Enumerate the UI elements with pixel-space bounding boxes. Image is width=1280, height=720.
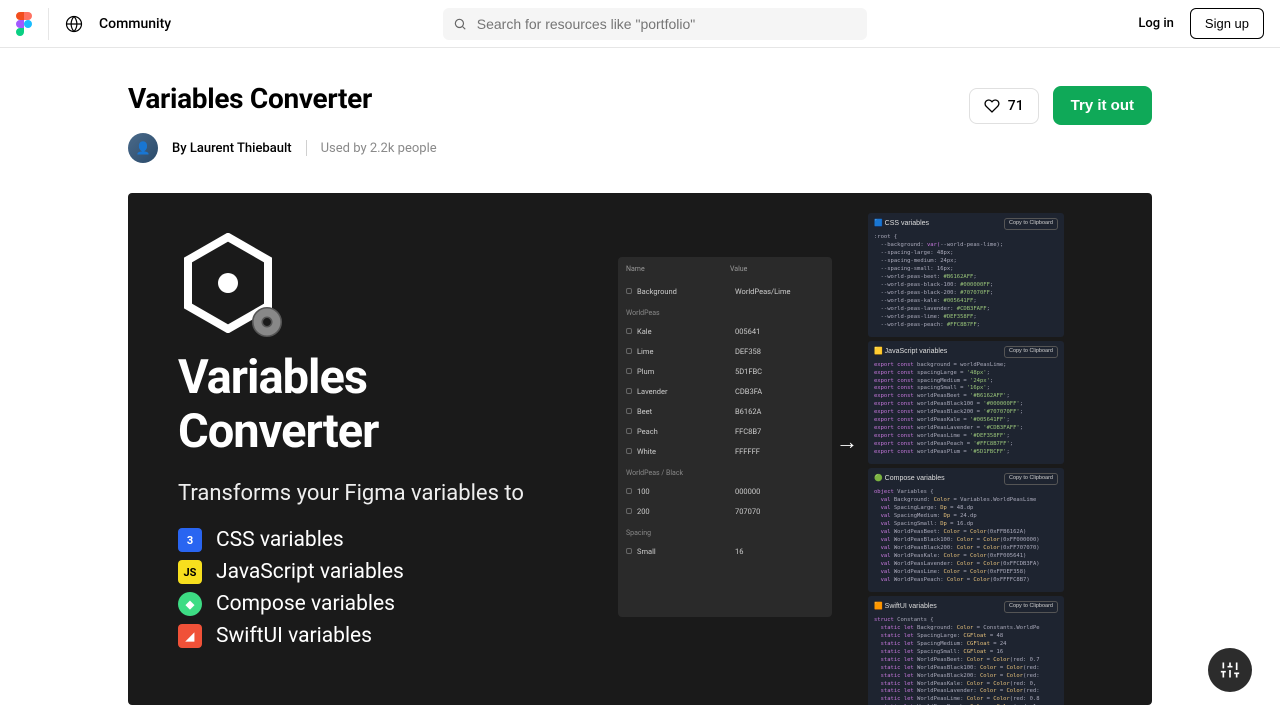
sliders-icon [1220,660,1240,680]
community-link[interactable]: Community [99,16,171,32]
top-bar: Community Log in Sign up [0,0,1280,48]
feature-compose: ◆Compose variables [178,592,618,616]
search-icon [453,17,467,31]
android-icon: ◆ [178,592,202,616]
likes-count: 71 [1008,98,1024,114]
globe-icon[interactable] [65,15,83,33]
variable-row: LavenderCDB3FA [626,381,824,401]
figma-logo-icon[interactable] [16,12,32,36]
variable-row: Small16 [626,541,824,561]
variable-row: PeachFFC8B7 [626,421,824,441]
hero-image: VariablesConverter Transforms your Figma… [128,193,1152,705]
variable-row: 100000000 [626,481,824,501]
feature-js: JSJavaScript variables [178,560,618,584]
swift-code-panel: 🟧 SwiftUI variablesCopy to Clipboard str… [868,596,1064,705]
signup-button[interactable]: Sign up [1190,8,1264,39]
variable-row: BackgroundWorldPeas/Lime [626,281,824,301]
settings-fab[interactable] [1208,648,1252,692]
feature-swift: ◢SwiftUI variables [178,624,618,648]
arrow-icon: → [836,429,858,455]
copy-button: Copy to Clipboard [1004,601,1058,613]
variable-row: Plum5D1FBC [626,361,824,381]
search-input[interactable] [443,8,867,40]
divider [306,140,307,156]
feature-css: 3CSS variables [178,528,618,552]
variable-row: LimeDEF358 [626,341,824,361]
usage-count: Used by 2.2k people [321,141,437,156]
variable-row: 200707070 [626,501,824,521]
copy-button: Copy to Clipboard [1004,218,1058,230]
variable-row: WhiteFFFFFF [626,441,824,461]
hero-subtitle: Transforms your Figma variables to [178,481,618,506]
js-code-panel: 🟨 JavaScript variablesCopy to Clipboard … [868,341,1064,465]
like-button[interactable]: 71 [969,88,1039,124]
variable-row: Kale005641 [626,321,824,341]
hex-gear-icon [178,233,278,333]
css-code-panel: 🟦 CSS variablesCopy to Clipboard :root {… [868,213,1064,337]
variables-panel: NameValue BackgroundWorldPeas/Lime World… [618,257,832,617]
variable-row: BeetB6162A [626,401,824,421]
login-link[interactable]: Log in [1138,16,1174,31]
css-icon: 3 [178,528,202,552]
try-it-out-button[interactable]: Try it out [1053,86,1152,125]
author-avatar[interactable]: 👤 [128,133,158,163]
divider [48,8,49,40]
author-line[interactable]: By Laurent Thiebault [172,141,292,156]
copy-button: Copy to Clipboard [1004,346,1058,358]
heart-icon [984,98,1000,114]
swift-icon: ◢ [178,624,202,648]
copy-button: Copy to Clipboard [1004,473,1058,485]
js-icon: JS [178,560,202,584]
page-title: Variables Converter [128,82,437,115]
compose-code-panel: 🟢 Compose variablesCopy to Clipboard obj… [868,468,1064,592]
hero-title: VariablesConverter [178,351,618,459]
